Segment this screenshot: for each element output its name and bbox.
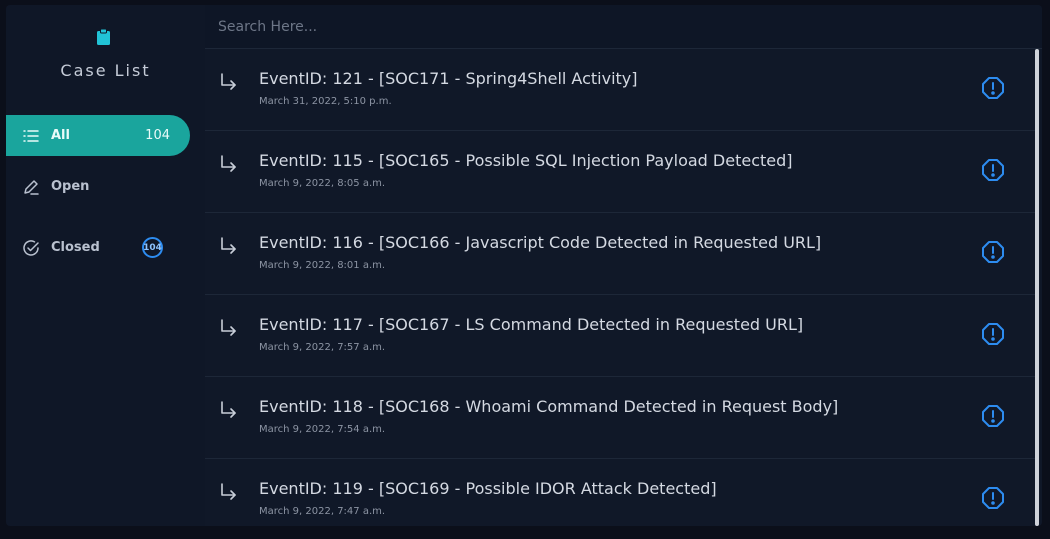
event-date: March 9, 2022, 7:54 a.m. [259,424,386,435]
sidebar-item-label: Open [51,179,90,194]
event-date: March 9, 2022, 8:01 a.m. [259,260,386,271]
event-date: March 9, 2022, 7:57 a.m. [259,342,386,353]
event-title: EventID: 119 - [SOC169 - Possible IDOR A… [259,479,717,498]
search-input[interactable] [205,5,1042,48]
event-title: EventID: 116 - [SOC166 - Javascript Code… [259,233,822,252]
list-item[interactable]: EventID: 121 - [SOC171 - Spring4Shell Ac… [205,49,1036,131]
pencil-icon [22,178,40,196]
alert-octagon-icon[interactable] [981,240,1005,264]
arrow-return-icon [221,401,236,418]
list-item[interactable]: EventID: 115 - [SOC165 - Possible SQL In… [205,131,1036,213]
alert-octagon-icon[interactable] [981,404,1005,428]
sidebar-title: Case List [60,61,151,80]
event-list: EventID: 121 - [SOC171 - Spring4Shell Ac… [205,49,1036,526]
alert-octagon-icon[interactable] [981,158,1005,182]
alert-octagon-icon[interactable] [981,76,1005,100]
case-list-window: Case List All 104 Open Closed 104 Search… [6,5,1042,526]
arrow-return-icon [221,483,236,500]
list-item[interactable]: EventID: 117 - [SOC167 - LS Command Dete… [205,295,1036,377]
arrow-return-icon [221,73,236,90]
alert-octagon-icon[interactable] [981,486,1005,510]
list-item[interactable]: EventID: 118 - [SOC168 - Whoami Command … [205,377,1036,459]
sidebar-item-all[interactable]: All 104 [6,115,190,156]
sidebar-item-closed[interactable]: Closed 104 [6,227,190,268]
sidebar-item-label: Closed [51,240,100,255]
event-title: EventID: 118 - [SOC168 - Whoami Command … [259,397,839,416]
arrow-return-icon [221,319,236,336]
event-title: EventID: 117 - [SOC167 - LS Command Dete… [259,315,804,334]
sidebar: Case List All 104 Open Closed 104 [6,5,205,526]
clipboard-icon [97,29,110,45]
list-item[interactable]: EventID: 116 - [SOC166 - Javascript Code… [205,213,1036,295]
event-date: March 31, 2022, 5:10 p.m. [259,96,392,107]
event-date: March 9, 2022, 7:47 a.m. [259,506,386,517]
scrollbar[interactable] [1035,49,1039,526]
arrow-return-icon [221,155,236,172]
sidebar-item-count: 104 [145,128,170,143]
event-title: EventID: 121 - [SOC171 - Spring4Shell Ac… [259,69,638,88]
check-circle-icon [22,239,40,257]
count-badge: 104 [142,237,163,258]
event-title: EventID: 115 - [SOC165 - Possible SQL In… [259,151,793,170]
sidebar-item-open[interactable]: Open [6,166,190,207]
list-icon [22,127,40,145]
list-item[interactable]: EventID: 119 - [SOC169 - Possible IDOR A… [205,459,1036,526]
alert-octagon-icon[interactable] [981,322,1005,346]
arrow-return-icon [221,237,236,254]
case-list-main: EventID: 121 - [SOC171 - Spring4Shell Ac… [205,5,1042,526]
sidebar-item-label: All [51,128,70,143]
search-bar [205,5,1042,49]
event-date: March 9, 2022, 8:05 a.m. [259,178,386,189]
